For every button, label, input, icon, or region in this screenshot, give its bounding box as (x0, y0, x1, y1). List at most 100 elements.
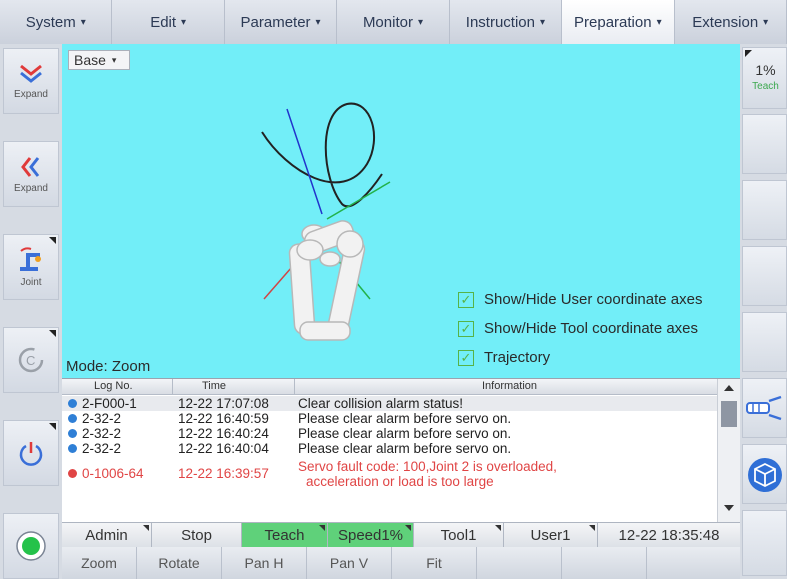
tool-status[interactable]: Tool1 (414, 523, 504, 547)
status-light-icon (16, 531, 46, 561)
user-value: Admin (85, 526, 128, 544)
speed-value: Speed1% (337, 526, 404, 544)
option-label: Show/Hide User coordinate axes (484, 291, 703, 308)
log-row[interactable]: 2-32-2 12-22 16:40:04 Please clear alarm… (62, 441, 717, 456)
checkbox-checked-icon[interactable]: ✓ (458, 291, 474, 308)
trajectory-curve (261, 102, 383, 208)
power-icon (19, 442, 43, 466)
zoom-button[interactable]: Zoom (62, 547, 137, 579)
toggle-trajectory[interactable]: ✓ Trajectory (458, 349, 550, 366)
log-info-continued: acceleration or load is too large (306, 474, 494, 489)
scroll-up-icon[interactable] (724, 385, 734, 391)
menu-label: Instruction (465, 13, 535, 31)
menu-instruction[interactable]: Instruction ▾ (449, 0, 563, 44)
scrollbar-thumb[interactable] (721, 401, 737, 427)
datetime-display: 12-22 18:35:48 (598, 523, 740, 547)
right-blank-button-4[interactable] (742, 312, 787, 372)
tool-value: Tool1 (440, 526, 477, 544)
column-header-time[interactable]: Time (202, 380, 226, 392)
user-coord-status[interactable]: User1 (504, 523, 598, 547)
right-blank-button-3[interactable] (742, 246, 787, 306)
error-icon (68, 469, 77, 478)
right-blank-button-1[interactable] (742, 114, 787, 174)
view-toolbar: Zoom Rotate Pan H Pan V Fit (62, 547, 740, 579)
right-blank-button-2[interactable] (742, 180, 787, 240)
column-header-information[interactable]: Information (482, 380, 537, 392)
log-info: Please clear alarm before servo on. (298, 426, 512, 441)
submenu-corner-icon (49, 330, 56, 337)
submenu-corner-icon (745, 50, 752, 57)
menu-edit[interactable]: Edit ▾ (112, 0, 225, 44)
run-status-button[interactable] (3, 513, 59, 579)
3d-view-button[interactable] (742, 444, 787, 504)
speed-status[interactable]: Speed1% (328, 523, 414, 547)
checkbox-checked-icon[interactable]: ✓ (458, 349, 474, 366)
menu-system[interactable]: System ▾ (0, 0, 113, 44)
3d-view-icon (748, 458, 782, 492)
log-row[interactable]: 2-32-2 12-22 16:40:24 Please clear alarm… (62, 426, 717, 441)
joint-button[interactable]: Joint (3, 234, 59, 300)
robot-arm-model (261, 102, 391, 341)
menu-parameter[interactable]: Parameter ▾ (224, 0, 338, 44)
chevron-down-icon: ▾ (181, 16, 187, 28)
log-row-error[interactable]: 0-1006-64 12-22 16:39:57 Servo fault cod… (62, 459, 717, 495)
info-icon (68, 429, 77, 438)
menu-monitor[interactable]: Monitor ▾ (337, 0, 450, 44)
info-icon (68, 399, 77, 408)
run-state: Stop (152, 523, 242, 547)
servo-power-button[interactable] (3, 420, 59, 486)
expand-left-button[interactable]: Expand (3, 141, 59, 207)
menu-label: Parameter (240, 13, 311, 31)
fit-label: Fit (426, 555, 442, 571)
frame-value: Base (74, 52, 106, 68)
toolbar-blank-2[interactable] (562, 547, 647, 579)
log-time: 12-22 16:40:04 (178, 441, 269, 456)
coordinate-frame-dropdown[interactable]: Base ▾ (68, 50, 130, 70)
status-bar: Admin Stop Teach Speed1% Tool1 User1 12-… (62, 522, 740, 547)
option-label: Show/Hide Tool coordinate axes (484, 320, 699, 337)
expand-top-button[interactable]: Expand (3, 48, 59, 114)
log-scrollbar[interactable] (717, 379, 740, 522)
log-no: 2-32-2 (82, 411, 122, 426)
right-blank-button-5[interactable] (742, 510, 787, 576)
pan-h-button[interactable]: Pan H (222, 547, 307, 579)
menu-extension[interactable]: Extension ▾ (674, 0, 787, 44)
log-no: 2-32-2 (82, 441, 122, 456)
joint-label: Joint (20, 276, 42, 288)
zoom-label: Zoom (81, 555, 117, 571)
toolbar-blank-1[interactable] (477, 547, 562, 579)
speed-mode: Teach (752, 81, 779, 92)
log-table-header: Log No. Time Information (62, 379, 717, 395)
robot-3d-viewport[interactable]: Base ▾ ✓ Show/Hide User coordinate axes … (62, 44, 740, 378)
z-axis-line (286, 108, 323, 215)
toggle-user-axes[interactable]: ✓ Show/Hide User coordinate axes (458, 291, 702, 308)
rotate-c-icon: C (18, 347, 44, 373)
reset-button[interactable]: C (3, 327, 59, 393)
menu-label: Edit (150, 13, 177, 31)
user-status[interactable]: Admin (62, 523, 152, 547)
checkbox-checked-icon[interactable]: ✓ (458, 320, 474, 337)
robot-body (288, 220, 366, 341)
toolbar-blank-3[interactable] (647, 547, 740, 579)
log-info: Servo fault code: 100,Joint 2 is overloa… (298, 459, 557, 474)
column-header-log-no[interactable]: Log No. (94, 380, 133, 392)
submenu-corner-icon (589, 525, 595, 531)
log-no: 0-1006-64 (82, 466, 144, 481)
log-time: 12-22 16:39:57 (178, 466, 269, 481)
rotate-button[interactable]: Rotate (137, 547, 222, 579)
log-row[interactable]: 2-32-2 12-22 16:40:59 Please clear alarm… (62, 411, 717, 426)
log-no: 2-32-2 (82, 426, 122, 441)
scroll-down-icon[interactable] (724, 505, 734, 511)
gripper-button[interactable] (742, 378, 787, 438)
log-row[interactable]: 2-F000-1 12-22 17:07:08 Clear collision … (62, 396, 717, 411)
fit-button[interactable]: Fit (392, 547, 477, 579)
mode-status[interactable]: Teach (242, 523, 328, 547)
speed-button[interactable]: 1% Teach (742, 47, 787, 109)
pan-v-button[interactable]: Pan V (307, 547, 392, 579)
menu-preparation[interactable]: Preparation ▾ (562, 0, 675, 44)
menu-label: Preparation (574, 13, 652, 31)
gripper-icon (746, 395, 782, 421)
toggle-tool-axes[interactable]: ✓ Show/Hide Tool coordinate axes (458, 320, 698, 337)
pan-h-label: Pan H (244, 555, 284, 571)
header-divider (294, 379, 295, 395)
